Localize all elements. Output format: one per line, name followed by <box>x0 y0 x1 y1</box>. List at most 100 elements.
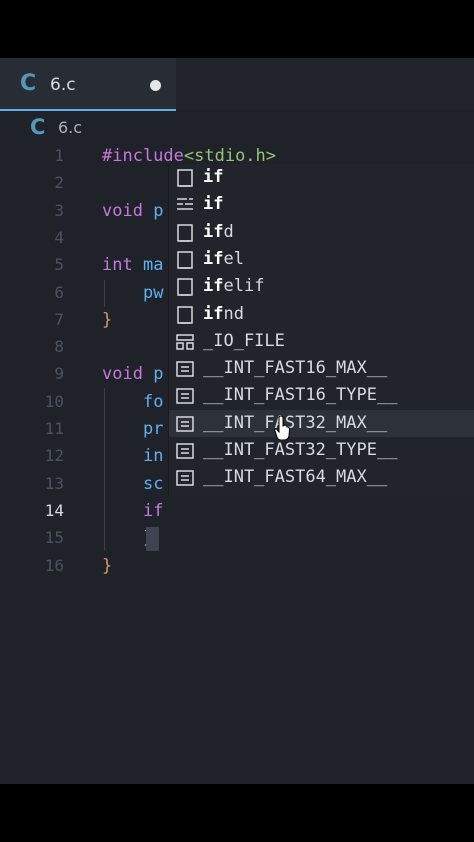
suggestion-rest: d <box>223 221 234 242</box>
c-language-icon: C <box>30 115 46 139</box>
suggestion-item[interactable]: __INT_FAST16_TYPE__ <box>169 382 474 409</box>
code-token: if <box>142 501 164 521</box>
breadcrumb[interactable]: C 6.c <box>0 115 474 141</box>
constant-icon <box>176 443 194 459</box>
suggestion-label: __INT_FAST64_MAX__ <box>203 467 387 487</box>
suggestion-label: ifnd <box>203 304 244 324</box>
code-token: <stdio.h> <box>183 146 277 166</box>
line-number: 1 <box>54 146 64 165</box>
suggestion-item[interactable]: ifel <box>169 246 474 273</box>
line-number: 3 <box>54 201 64 220</box>
suggestion-label: __INT_FAST16_TYPE__ <box>203 385 397 405</box>
code-line[interactable]: pr <box>102 419 163 439</box>
c-language-icon: C <box>20 71 37 96</box>
bracket-match-highlight <box>146 527 159 551</box>
code-line[interactable]: if <box>102 501 163 521</box>
tab-6c[interactable]: C 6.c <box>0 58 176 111</box>
suggestion-label: _IO_FILE <box>203 331 285 351</box>
code-token: p <box>153 364 164 384</box>
suggestion-match: if <box>203 221 224 242</box>
line-number: 10 <box>44 392 64 411</box>
struct-icon <box>176 334 194 350</box>
suggestion-label: ifel <box>203 249 244 269</box>
code-token: ma <box>142 255 164 275</box>
line-number: 5 <box>54 255 64 274</box>
code-line[interactable]: void p <box>102 364 163 384</box>
line-number: 4 <box>54 228 64 247</box>
code-token: pw <box>142 283 164 303</box>
code-editor[interactable]: C 6.c C 6.c 1 2 3 4 5 6 7 8 9 10 11 12 13 14 15 16 #inc… <box>0 58 474 784</box>
active-tab-indicator <box>0 109 176 111</box>
suggestion-rest: nd <box>223 303 244 324</box>
code-token: } <box>102 556 113 576</box>
suggestion-item[interactable]: if <box>169 164 474 191</box>
code-line[interactable]: } <box>102 556 112 576</box>
code-line[interactable]: void p <box>102 201 163 221</box>
code-token: void <box>102 201 143 221</box>
line-number: 8 <box>54 337 64 356</box>
code-token: p <box>153 201 164 221</box>
indent-guide <box>104 388 105 550</box>
breadcrumb-file[interactable]: 6.c <box>58 118 82 138</box>
snippet-icon <box>177 305 193 324</box>
suggestion-item[interactable]: __INT_FAST16_MAX__ <box>169 355 474 382</box>
suggestion-label: if <box>203 194 223 214</box>
suggestion-rest: elif <box>223 276 265 297</box>
code-line[interactable]: fo <box>102 392 163 412</box>
line-number: 11 <box>44 419 64 438</box>
suggestion-label: ifd <box>203 222 234 242</box>
snippet-icon <box>177 251 193 269</box>
suggestion-match: if <box>203 248 224 269</box>
keyword-icon <box>177 198 193 211</box>
code-token: pr <box>142 419 164 439</box>
suggestion-item[interactable]: if <box>169 191 474 218</box>
line-number: 6 <box>54 283 64 302</box>
suggestion-match: if <box>203 194 224 215</box>
unsaved-dot-icon[interactable] <box>150 80 161 91</box>
code-token: in <box>142 446 164 466</box>
tab-label: 6.c <box>50 75 76 95</box>
suggestion-rest: _IO_FILE <box>203 330 285 351</box>
suggestion-match: if <box>203 167 224 187</box>
constant-icon <box>176 415 194 432</box>
suggestion-item[interactable]: __INT_FAST64_MAX__ <box>169 464 474 491</box>
code-token: void <box>102 364 143 384</box>
autocomplete-suggestions[interactable]: if if ifd ifel ifelif ifnd _IO_FILE __INT_FAST1… <box>168 164 474 496</box>
code-line[interactable]: in <box>102 446 163 466</box>
constant-icon <box>176 470 194 487</box>
code-line[interactable]: sc <box>102 474 163 494</box>
line-number: 9 <box>54 364 64 383</box>
suggestion-item[interactable]: _IO_FILE <box>169 328 474 355</box>
code-line[interactable]: #include<stdio.h> <box>102 146 276 166</box>
suggestion-item[interactable]: __INT_FAST32_TYPE__ <box>169 437 474 464</box>
code-line[interactable]: int ma <box>102 255 163 275</box>
line-number: 13 <box>44 474 64 493</box>
bottom-black-bar <box>0 784 474 842</box>
line-number: 12 <box>44 446 64 465</box>
code-line[interactable]: } <box>102 310 112 330</box>
line-number: 15 <box>44 528 64 547</box>
suggestion-item[interactable]: ifelif <box>169 273 474 300</box>
suggestion-rest: __INT_FAST64_MAX__ <box>203 467 388 488</box>
suggestion-rest: __INT_FAST16_TYPE__ <box>203 385 398 406</box>
suggestion-label: __INT_FAST32_MAX__ <box>203 413 387 433</box>
suggestion-label: ifelif <box>203 276 264 296</box>
code-line[interactable]: pw <box>102 283 163 303</box>
constant-icon <box>176 388 194 405</box>
suggestion-item[interactable]: __INT_FAST32_MAX__ <box>169 409 474 437</box>
code-token: } <box>102 310 113 330</box>
suggestion-item[interactable]: ifd <box>169 219 474 246</box>
line-number: 7 <box>54 310 64 329</box>
constant-icon <box>176 361 194 377</box>
suggestion-item[interactable]: ifnd <box>169 301 474 328</box>
suggestion-rest: el <box>223 248 244 269</box>
tab-bar: C 6.c <box>0 58 474 111</box>
suggestion-label: if <box>203 167 223 187</box>
code-token: int <box>102 255 133 275</box>
